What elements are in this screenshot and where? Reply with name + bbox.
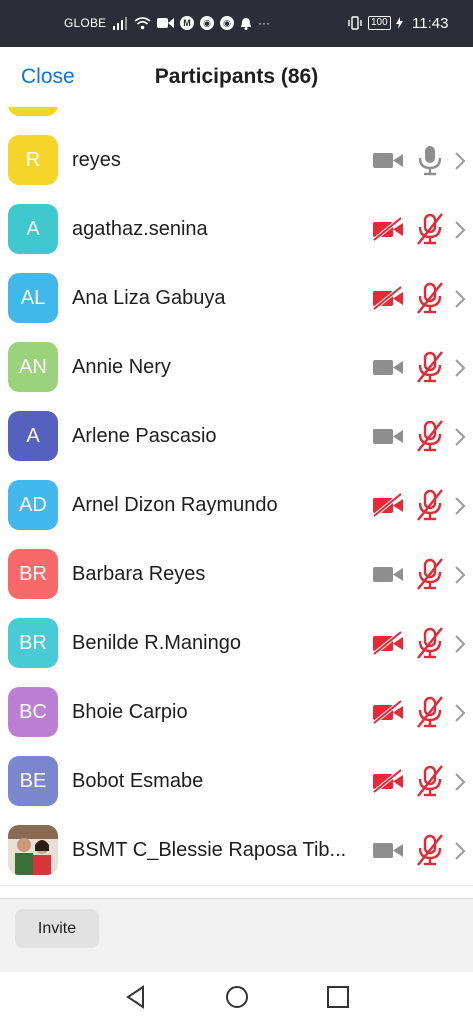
notification-bell-icon bbox=[241, 17, 251, 30]
more-notifications-icon: ··· bbox=[258, 16, 270, 30]
status-icons-left: M ◉ ◉ ··· bbox=[112, 13, 270, 33]
charging-icon bbox=[395, 17, 403, 29]
participant-row[interactable]: BC Bhoie Carpio bbox=[0, 678, 473, 748]
video-on-icon bbox=[373, 153, 403, 168]
vibrate-icon bbox=[348, 16, 362, 30]
participant-row[interactable]: BSMT C_Blessie Raposa Tib... bbox=[0, 816, 473, 886]
video-off-icon bbox=[372, 285, 403, 311]
mic-muted-icon bbox=[417, 213, 443, 245]
avatar: BR bbox=[8, 549, 58, 599]
chevron-right-icon[interactable] bbox=[453, 495, 467, 517]
participant-name: reyes bbox=[72, 149, 121, 171]
back-icon[interactable] bbox=[123, 984, 149, 1010]
avatar: AN bbox=[8, 342, 58, 392]
signal-icon bbox=[113, 17, 127, 30]
mic-muted-icon bbox=[417, 627, 443, 659]
participant-name: agathaz.senina bbox=[72, 218, 208, 240]
status-bar: GLOBE M ◉ ◉ ··· 100 11:43 bbox=[0, 0, 473, 47]
avatar: AL bbox=[8, 273, 58, 323]
mic-muted-icon bbox=[417, 420, 443, 452]
chevron-right-icon[interactable] bbox=[453, 840, 467, 862]
avatar-photo bbox=[8, 825, 58, 875]
chevron-right-icon[interactable] bbox=[453, 426, 467, 448]
status-icons-right: 100 bbox=[347, 13, 403, 33]
chevron-right-icon[interactable] bbox=[453, 219, 467, 241]
participant-name: Barbara Reyes bbox=[72, 563, 206, 585]
video-camera-status-icon bbox=[157, 18, 174, 28]
mic-muted-icon bbox=[417, 765, 443, 797]
home-icon[interactable] bbox=[224, 984, 250, 1010]
participant-name: Arnel Dizon Raymundo bbox=[72, 494, 278, 516]
mic-muted-icon bbox=[417, 834, 443, 866]
mic-muted-icon bbox=[417, 282, 443, 314]
partial-row[interactable] bbox=[0, 107, 473, 127]
video-on-icon bbox=[373, 360, 403, 375]
participant-row[interactable]: AN Annie Nery bbox=[0, 333, 473, 403]
participant-name: Arlene Pascasio bbox=[72, 425, 217, 447]
chevron-right-icon[interactable] bbox=[453, 288, 467, 310]
clock: 11:43 bbox=[412, 15, 449, 32]
participant-row[interactable]: AL Ana Liza Gabuya bbox=[0, 264, 473, 334]
recents-icon[interactable] bbox=[325, 984, 351, 1010]
participant-name: BSMT C_Blessie Raposa Tib... bbox=[72, 839, 347, 861]
avatar: BC bbox=[8, 687, 58, 737]
mic-muted-icon bbox=[417, 696, 443, 728]
system-nav-bar bbox=[0, 972, 473, 1024]
chevron-right-icon[interactable] bbox=[453, 771, 467, 793]
mic-muted-icon bbox=[417, 489, 443, 521]
participant-row[interactable]: BR Benilde R.Maningo bbox=[0, 609, 473, 679]
chrome-icon-2: ◉ bbox=[220, 16, 234, 30]
invite-button[interactable]: Invite bbox=[15, 909, 99, 948]
wifi-icon bbox=[134, 17, 151, 30]
participant-name: Annie Nery bbox=[72, 356, 171, 378]
video-on-icon bbox=[373, 567, 403, 582]
video-off-icon bbox=[372, 630, 403, 656]
participant-row[interactable]: A Arlene Pascasio bbox=[0, 402, 473, 472]
avatar: BE bbox=[8, 756, 58, 806]
participant-row[interactable]: Rreyes bbox=[0, 126, 473, 196]
video-on-icon bbox=[373, 843, 403, 858]
video-on-icon bbox=[373, 429, 403, 444]
participants-list[interactable]: Rreyes Aagathaz.senina AL Ana Liza Gabuya AN… bbox=[0, 107, 473, 898]
mic-muted-icon bbox=[417, 558, 443, 590]
participant-row[interactable]: BE Bobot Esmabe bbox=[0, 747, 473, 817]
participant-name: Ana Liza Gabuya bbox=[72, 287, 226, 309]
avatar: A bbox=[8, 411, 58, 461]
mic-muted-icon bbox=[417, 351, 443, 383]
close-button[interactable]: Close bbox=[21, 65, 75, 89]
chevron-right-icon[interactable] bbox=[453, 633, 467, 655]
chevron-right-icon[interactable] bbox=[453, 702, 467, 724]
participant-name: Bobot Esmabe bbox=[72, 770, 204, 792]
chevron-right-icon[interactable] bbox=[453, 150, 467, 172]
video-off-icon bbox=[372, 492, 403, 518]
participant-name: Benilde R.Maningo bbox=[72, 632, 241, 654]
participant-name: Bhoie Carpio bbox=[72, 701, 188, 723]
mic-on-icon bbox=[418, 146, 442, 176]
participant-row[interactable]: Aagathaz.senina bbox=[0, 195, 473, 265]
messenger-icon: M bbox=[180, 16, 194, 30]
chevron-right-icon[interactable] bbox=[453, 357, 467, 379]
battery-icon: 100 bbox=[368, 16, 391, 30]
avatar: A bbox=[8, 204, 58, 254]
avatar: AD bbox=[8, 480, 58, 530]
avatar: BR bbox=[8, 618, 58, 668]
video-off-icon bbox=[372, 768, 403, 794]
participant-row[interactable]: BR Barbara Reyes bbox=[0, 540, 473, 610]
avatar bbox=[8, 107, 58, 116]
avatar: R bbox=[8, 135, 58, 185]
chevron-right-icon[interactable] bbox=[453, 564, 467, 586]
header: Close Participants (86) bbox=[0, 47, 473, 108]
video-off-icon bbox=[372, 216, 403, 242]
participant-row[interactable]: AD Arnel Dizon Raymundo bbox=[0, 471, 473, 541]
chrome-icon: ◉ bbox=[200, 16, 214, 30]
carrier-label: GLOBE bbox=[64, 16, 107, 30]
video-off-icon bbox=[372, 699, 403, 725]
bottom-bar: Invite bbox=[0, 898, 473, 973]
